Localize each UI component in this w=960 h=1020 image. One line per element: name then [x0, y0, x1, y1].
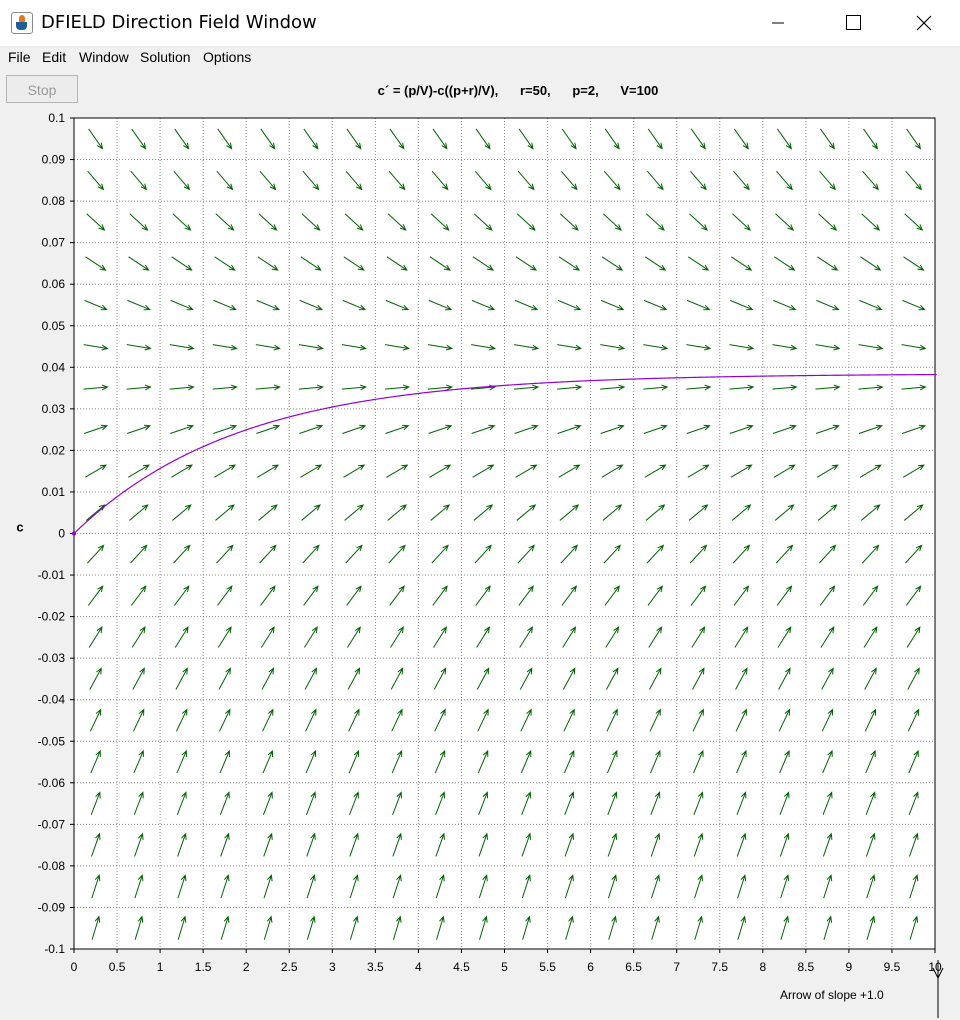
y-tick-label: 0.02 — [42, 443, 66, 457]
x-tick-label: 4 — [415, 960, 422, 974]
y-tick-label: 0.03 — [42, 402, 66, 416]
y-tick-label: -0.05 — [38, 734, 66, 748]
direction-field-plot[interactable]: 0 0.5 1 1.5 2 2.5 3 3.5 4 4.5 5 5.5 6 6.5 7 7.5 8 8.5 9 9.5… — [0, 0, 960, 1020]
x-tick-label: 7.5 — [711, 960, 728, 974]
y-tick-label: 0.06 — [42, 277, 66, 291]
x-tick-label: 0 — [71, 960, 78, 974]
x-tick-label: 6.5 — [625, 960, 642, 974]
x-tick-label: 5.5 — [539, 960, 556, 974]
y-tick-label: -0.04 — [38, 693, 66, 707]
y-tick-label: -0.07 — [38, 817, 66, 831]
x-tick-label: 8 — [759, 960, 766, 974]
y-tick-label: -0.01 — [38, 568, 66, 582]
x-tick-label: 7 — [673, 960, 680, 974]
y-tick-label: 0.01 — [42, 485, 66, 499]
x-tick-label: 2.5 — [281, 960, 298, 974]
x-tick-label: 0.5 — [109, 960, 126, 974]
y-tick-label: 0 — [58, 527, 65, 541]
y-tick-label: 0.04 — [42, 360, 66, 374]
slope-legend-label: Arrow of slope +1.0 — [780, 988, 884, 1002]
x-tick-label: 1 — [157, 960, 164, 974]
y-tick-label: 0.1 — [48, 111, 65, 125]
y-tick-label: 0.09 — [42, 153, 66, 167]
y-tick-label: -0.09 — [38, 900, 66, 914]
x-tick-label: 9 — [846, 960, 853, 974]
y-axis-label: c — [16, 520, 23, 535]
x-tick-label: 3.5 — [367, 960, 384, 974]
y-tick-label: 0.07 — [42, 236, 66, 250]
y-tick-label: -0.06 — [38, 776, 66, 790]
x-tick-label: 4.5 — [453, 960, 470, 974]
y-tick-label: -0.03 — [38, 651, 66, 665]
x-tick-label: 3 — [329, 960, 336, 974]
x-tick-label: 2 — [243, 960, 250, 974]
y-tick-label: -0.08 — [38, 859, 66, 873]
x-tick-label: 6 — [587, 960, 594, 974]
initial-point-marker — [72, 531, 76, 536]
x-tick-label: 1.5 — [195, 960, 212, 974]
x-tick-label: 5 — [501, 960, 508, 974]
y-tick-label: 0.05 — [42, 319, 66, 333]
x-tick-label: 8.5 — [798, 960, 815, 974]
x-tick-label: 9.5 — [884, 960, 901, 974]
y-tick-label: -0.02 — [38, 610, 66, 624]
y-tick-label: 0.08 — [42, 194, 66, 208]
y-tick-label: -0.1 — [44, 942, 65, 956]
